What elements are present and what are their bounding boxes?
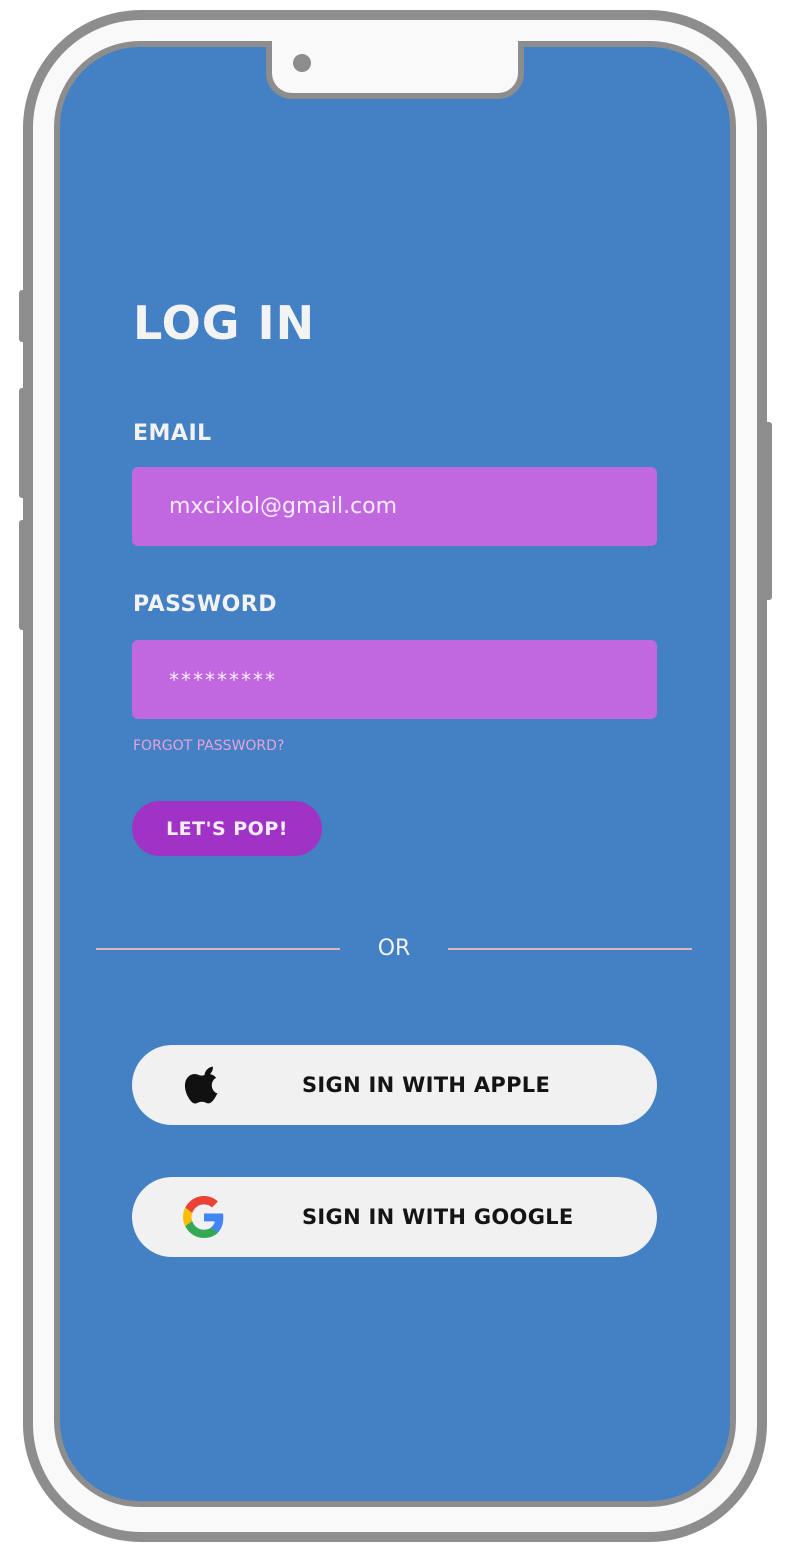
email-field[interactable]: mxcixlol@gmail.com: [132, 467, 657, 546]
divider-line-right: [448, 948, 692, 950]
apple-button-label: SIGN IN WITH APPLE: [302, 1073, 551, 1097]
page-title: LOG IN: [133, 296, 316, 350]
sign-in-with-apple-button[interactable]: SIGN IN WITH APPLE: [132, 1045, 657, 1125]
login-button[interactable]: LET'S POP!: [132, 801, 322, 856]
divider-line-left: [96, 948, 340, 950]
password-field[interactable]: *********: [132, 640, 657, 719]
apple-logo-icon: [184, 1066, 218, 1104]
email-value: mxcixlol@gmail.com: [169, 494, 398, 519]
password-label: PASSWORD: [133, 592, 278, 617]
email-label: EMAIL: [133, 421, 212, 446]
forgot-password-link[interactable]: FORGOT PASSWORD?: [133, 738, 284, 754]
camera-icon: [293, 54, 311, 72]
google-logo-icon: [183, 1196, 224, 1238]
phone-mockup: LOG IN EMAIL mxcixlol@gmail.com PASSWORD…: [0, 0, 786, 1552]
sign-in-with-google-button[interactable]: SIGN IN WITH GOOGLE: [132, 1177, 657, 1257]
password-value: *********: [169, 667, 277, 692]
or-divider-text: OR: [377, 936, 411, 961]
google-button-label: SIGN IN WITH GOOGLE: [302, 1205, 574, 1229]
login-screen: [54, 41, 736, 1507]
